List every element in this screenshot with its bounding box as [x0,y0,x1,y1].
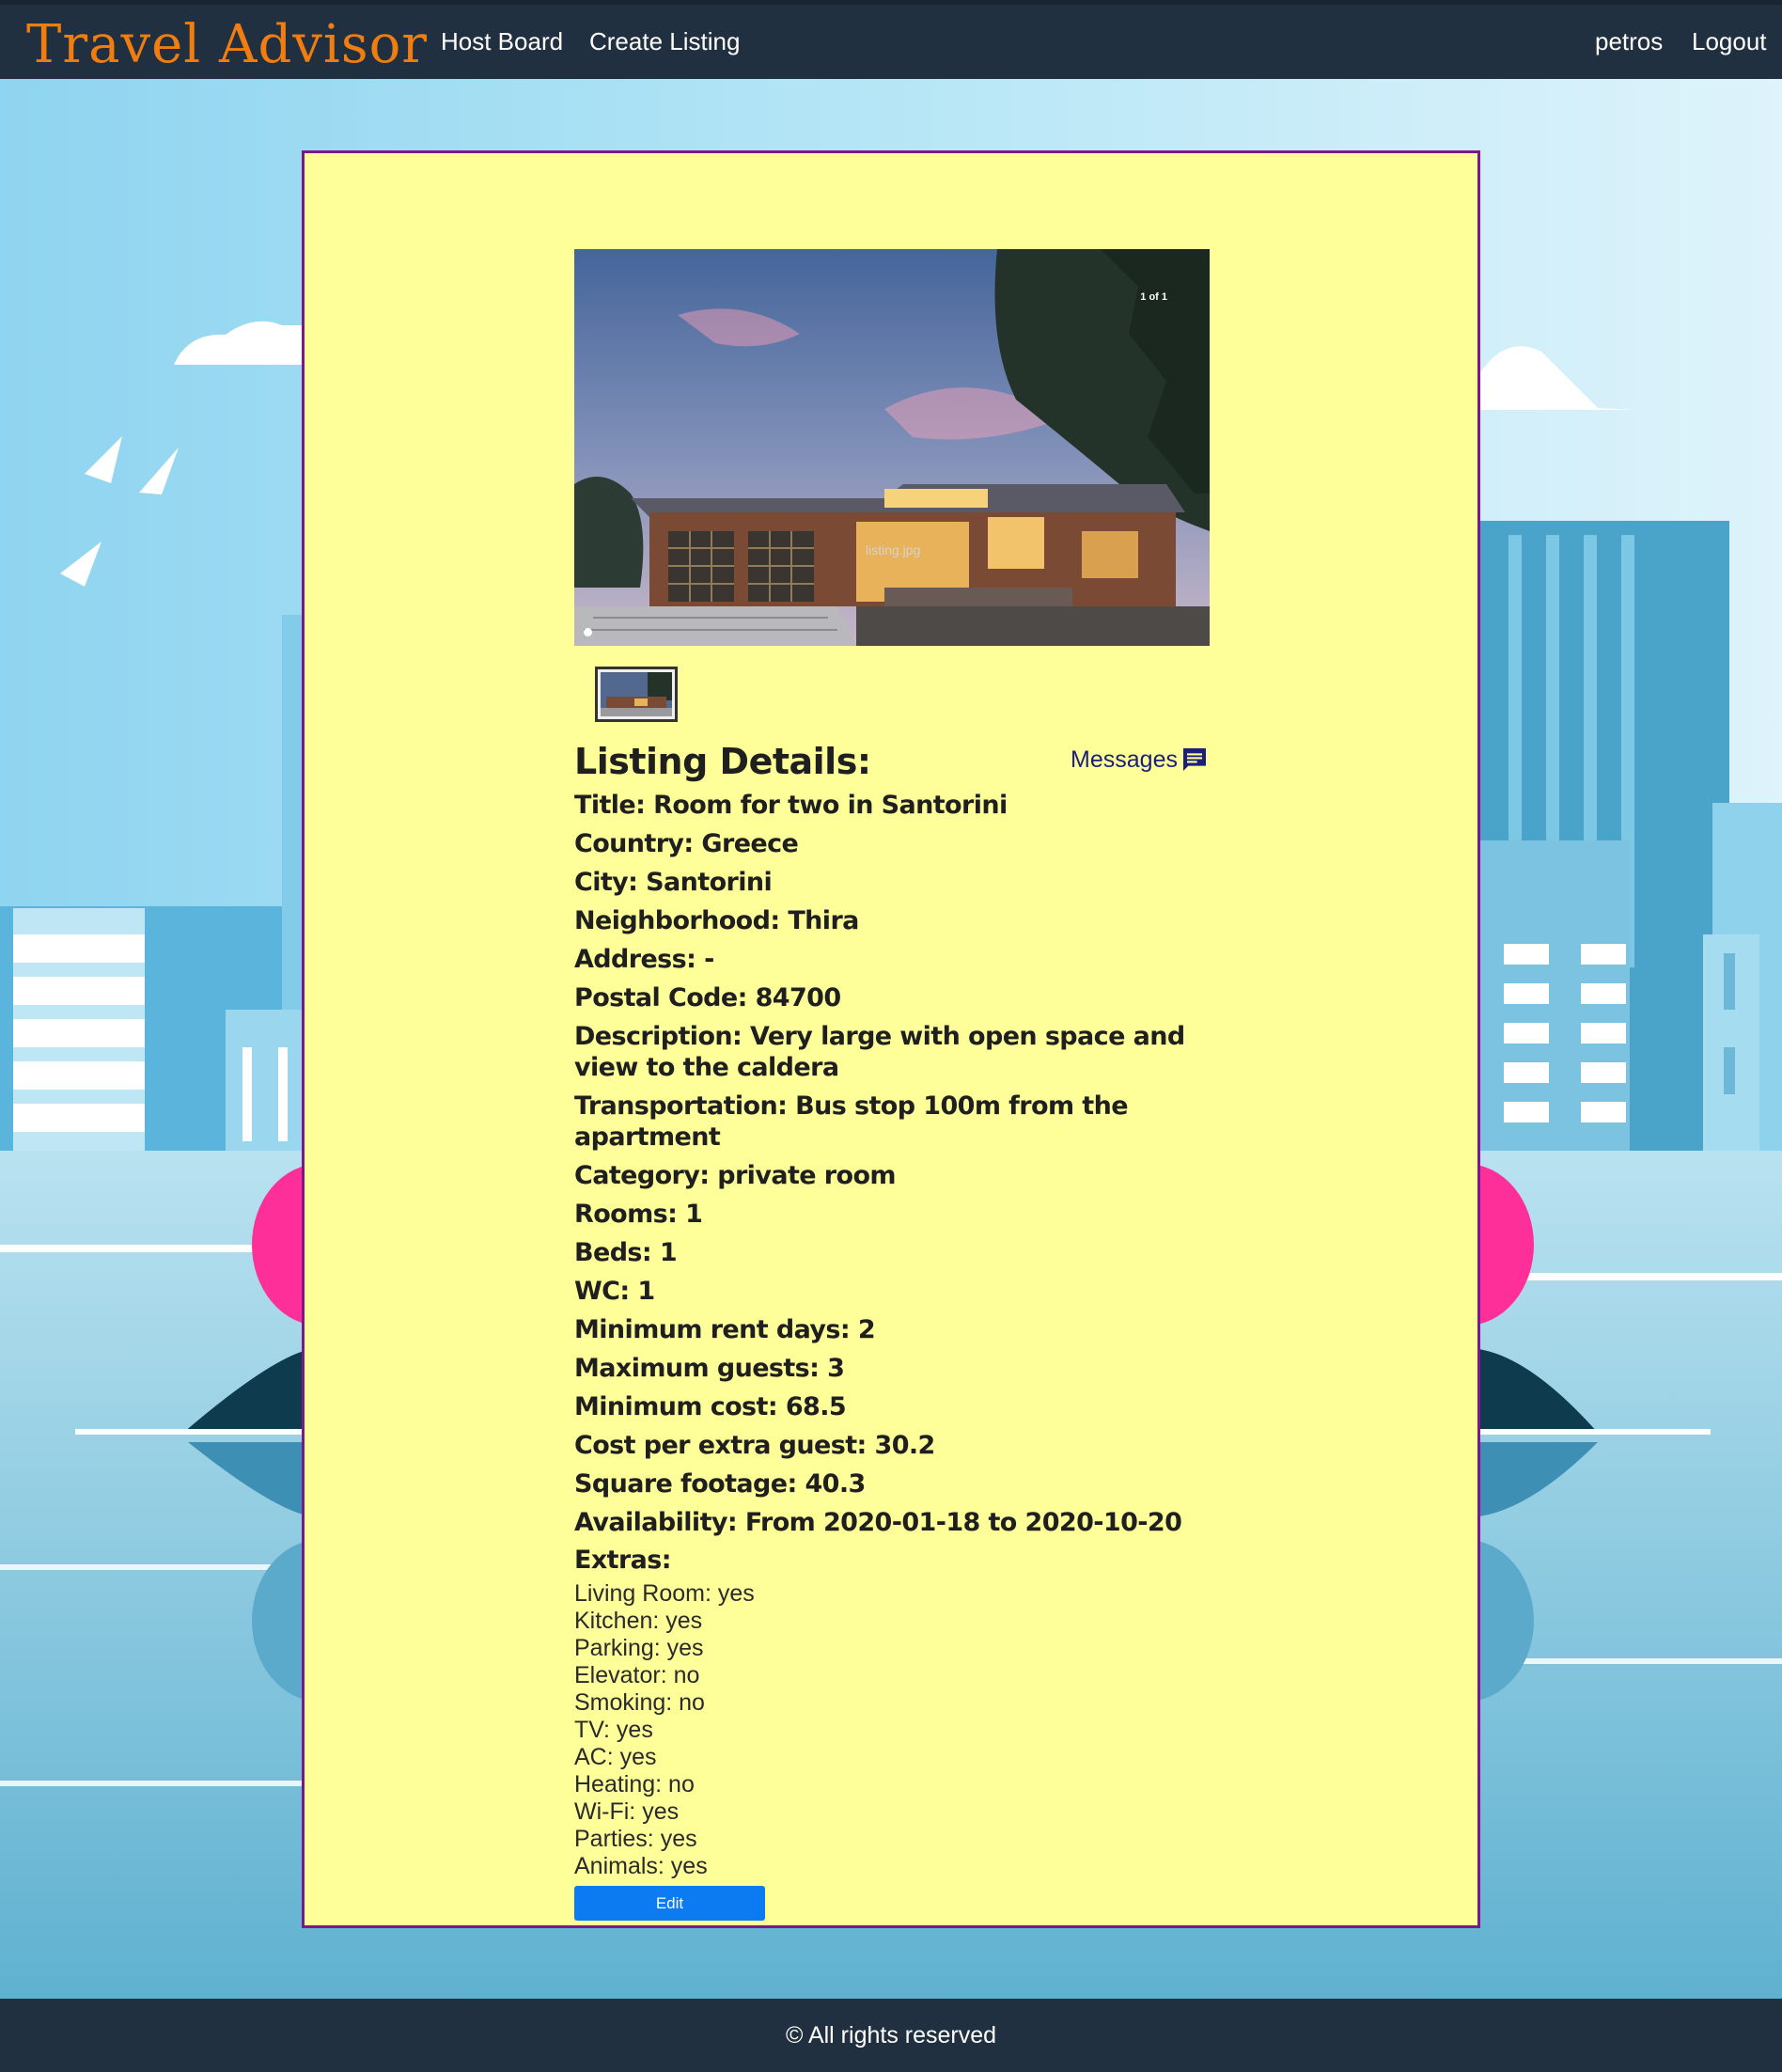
image-carousel[interactable]: 1 of 1 listing.jpg [574,249,1210,646]
extras-list: Living Room: yes Kitchen: yes Parking: y… [574,1580,1210,1880]
footer: © All rights reserved [0,1999,1782,2072]
extras-title: Extras: [574,1546,672,1575]
extra-tv: TV: yes [574,1717,653,1743]
carousel-thumbnail[interactable] [595,667,678,722]
field-category: Category: private room [574,1161,897,1190]
field-postal-code: Postal Code: 84700 [574,983,841,1012]
message-icon [1183,748,1206,771]
details-header: Listing Details: Messages [574,741,1210,790]
field-rooms: Rooms: 1 [574,1200,703,1229]
extra-elevator: Elevator: no [574,1662,700,1688]
slide-counter: 1 of 1 [1140,291,1167,303]
nav-username[interactable]: petros [1595,27,1663,56]
field-maximum-guests: Maximum guests: 3 [574,1354,845,1383]
messages-label: Messages [1071,746,1178,773]
listing-photo [574,249,1210,646]
listing-fields: Title: Room for two in Santorini Country… [574,790,1210,1538]
thumbnail-photo [601,672,672,716]
navbar: Travel Advisor Host Board Create Listing… [0,0,1782,79]
extra-ac: AC: yes [574,1744,657,1770]
footer-copyright: © All rights reserved [785,2021,997,2048]
slide-indicator-dot[interactable] [584,628,592,636]
field-country: Country: Greece [574,829,799,858]
field-beds: Beds: 1 [574,1238,678,1267]
field-minimum-rent-days: Minimum rent days: 2 [574,1315,876,1344]
extra-parties: Parties: yes [574,1826,697,1852]
brand-text: Travel Advisor [26,14,429,75]
field-city: City: Santorini [574,868,773,897]
nav-create-listing[interactable]: Create Listing [589,27,740,56]
field-availability: Availability: From 2020-01-18 to 2020-10… [574,1508,1182,1537]
listing-details-title: Listing Details: [574,741,871,782]
nav-logout[interactable]: Logout [1692,27,1767,56]
extra-smoking: Smoking: no [574,1689,705,1716]
field-wc: WC: 1 [574,1277,655,1306]
field-description: Description: Very large with open space … [574,1022,1185,1082]
field-square-footage: Square footage: 40.3 [574,1469,866,1499]
field-address: Address: - [574,945,714,974]
messages-link[interactable]: Messages [1071,745,1210,775]
extra-kitchen: Kitchen: yes [574,1608,703,1634]
brand-logo[interactable]: Travel Advisor [26,12,428,78]
extra-heating: Heating: no [574,1771,695,1797]
field-cost-per-extra-guest: Cost per extra guest: 30.2 [574,1431,935,1460]
edit-button[interactable]: Edit [574,1886,765,1921]
listing-content: 1 of 1 listing.jpg Listing Details: Mess… [574,249,1210,1921]
extra-parking: Parking: yes [574,1635,704,1661]
field-transportation: Transportation: Bus stop 100m from the a… [574,1091,1129,1152]
listing-card: 1 of 1 listing.jpg Listing Details: Mess… [302,150,1480,1928]
extra-living-room: Living Room: yes [574,1580,755,1607]
nav-host-board[interactable]: Host Board [441,27,563,56]
field-neighborhood: Neighborhood: Thira [574,906,859,935]
field-title: Title: Room for two in Santorini [574,791,1008,820]
slide-image-alt: listing.jpg [866,542,921,557]
extra-wifi: Wi-Fi: yes [574,1798,680,1825]
extra-animals: Animals: yes [574,1853,708,1879]
field-minimum-cost: Minimum cost: 68.5 [574,1392,847,1421]
